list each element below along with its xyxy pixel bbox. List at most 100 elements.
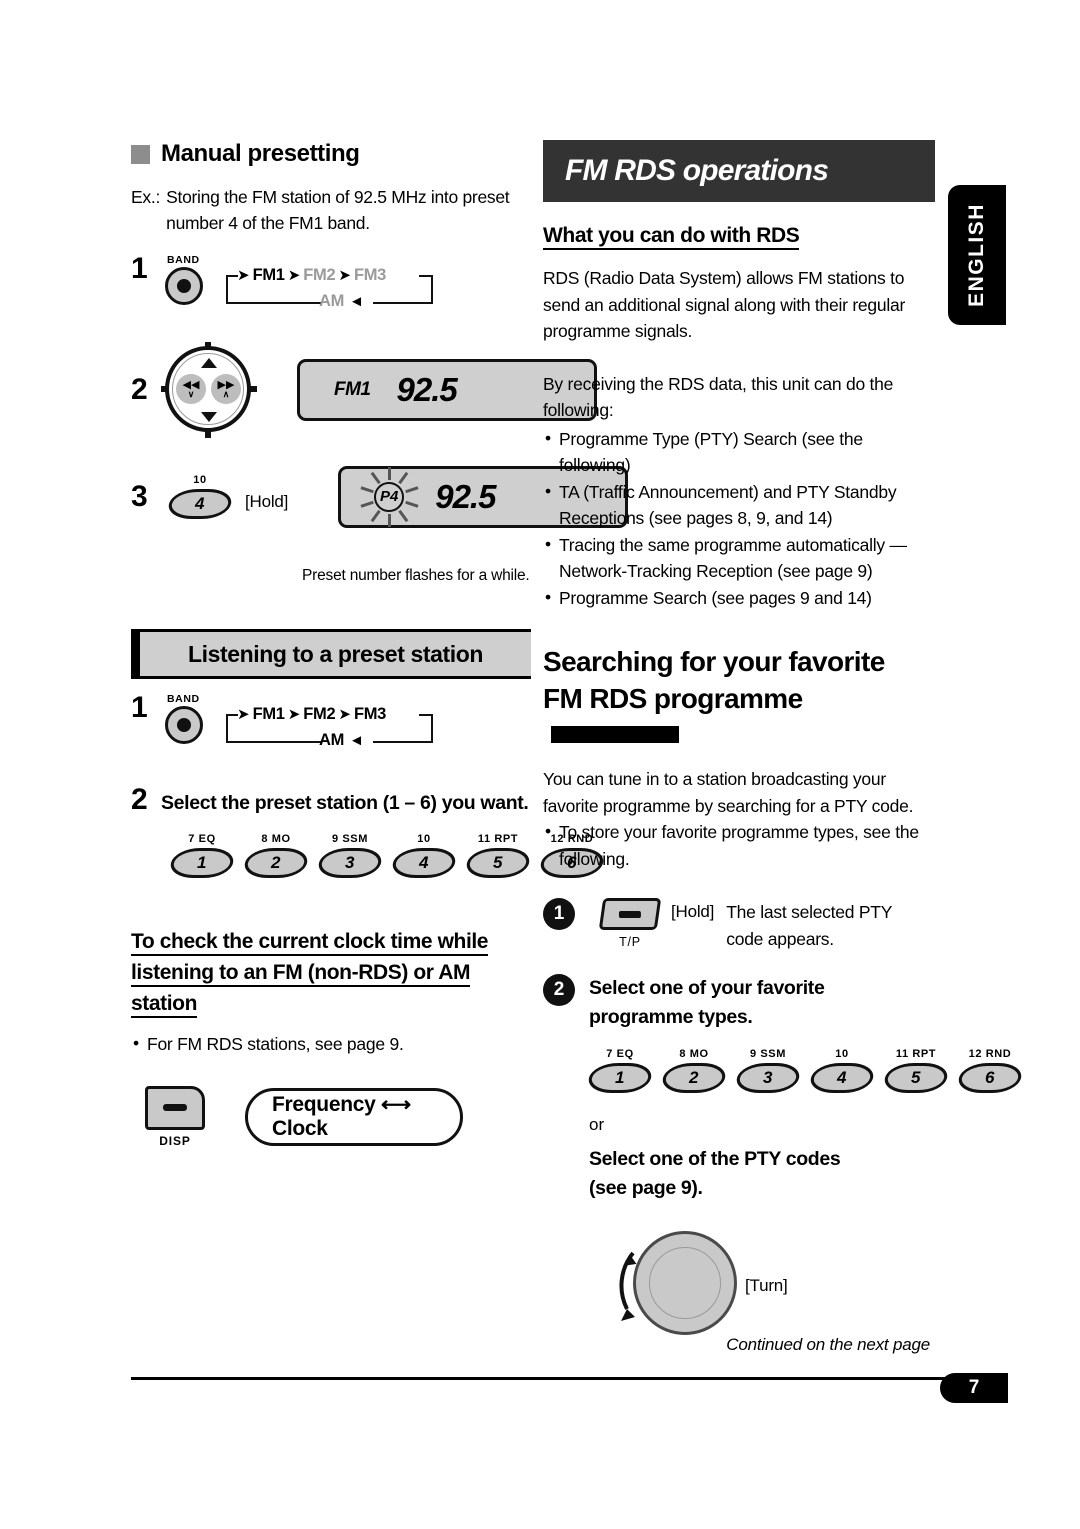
preset-key-4-group[interactable]: 10 4 bbox=[161, 474, 239, 519]
preset-key[interactable]: 4 bbox=[389, 848, 459, 878]
right-column: FM RDS operations What you can do with R… bbox=[543, 140, 1025, 1347]
left-column: Manual presetting Ex.: Storing the FM st… bbox=[131, 140, 629, 1148]
preset-key[interactable]: 4 bbox=[807, 1063, 877, 1093]
preset-key-item[interactable]: 9 SSM 3 bbox=[733, 1048, 803, 1093]
rds-paragraph-1: RDS (Radio Data System) allows FM statio… bbox=[543, 268, 906, 341]
footer-rule bbox=[131, 1377, 1008, 1380]
example-label: Ex.: bbox=[131, 187, 161, 207]
search-step-1-text: The last selected PTY code appears. bbox=[726, 902, 892, 949]
searching-heading-line2: FM RDS programme bbox=[543, 683, 803, 714]
manual-page: Manual presetting Ex.: Storing the FM st… bbox=[0, 0, 1080, 1529]
fm-rds-operations-title: FM RDS operations bbox=[565, 154, 829, 187]
preset-key-item[interactable]: 8 MO 2 bbox=[659, 1048, 729, 1093]
band-label-fm1-2: FM1 bbox=[252, 705, 285, 723]
search-step-2: 2 Select one of your favorite programme … bbox=[543, 974, 935, 1032]
search-step-1: 1 T/P [Hold] The last selected PTY code … bbox=[543, 898, 935, 952]
preset-key-item[interactable]: 11 RPT 5 bbox=[881, 1048, 951, 1093]
search-step-1-number: 1 bbox=[543, 898, 575, 930]
square-bullet-icon bbox=[131, 144, 150, 164]
clock-check-heading-line1: To check the current clock time while bbox=[131, 930, 488, 956]
preset-keys-row-right[interactable]: 7 EQ 1 8 MO 2 9 SSM 3 10 4 11 RPT 5 12 R… bbox=[585, 1048, 1025, 1093]
preset-key-top-label: 9 SSM bbox=[749, 1048, 786, 1060]
preset-key[interactable]: 3 bbox=[733, 1063, 803, 1093]
preset-key-top-label: 12 RND bbox=[968, 1048, 1012, 1060]
preset-flash-caption: Preset number flashes for a while. bbox=[302, 567, 530, 584]
preset-key[interactable]: 2 bbox=[241, 848, 311, 878]
mp-step-1-number: 1 bbox=[131, 252, 148, 285]
preset-key-item[interactable]: 9 SSM 3 bbox=[315, 833, 385, 878]
lcd-preset-number: P4 bbox=[374, 481, 405, 512]
band-button-group[interactable]: BAND bbox=[161, 254, 223, 305]
preset-key[interactable]: 5 bbox=[463, 848, 533, 878]
preset-key-label: 1 bbox=[615, 1068, 625, 1087]
preset-key[interactable]: 2 bbox=[659, 1063, 729, 1093]
arrow-left-icon: ◄ bbox=[349, 732, 364, 749]
list-item: Programme Search (see pages 9 and 14) bbox=[543, 584, 935, 612]
band-button-group-2[interactable]: BAND bbox=[161, 693, 223, 744]
preset-flash-indicator: P4 bbox=[357, 465, 421, 529]
clock-check-bullet: For FM RDS stations, see page 9. bbox=[131, 1030, 531, 1058]
preset-key-item[interactable]: 7 EQ 1 bbox=[167, 833, 237, 878]
mp-step-2: 2 ◀◀ ∨ ▶▶ ∧ FM1 92.5 bbox=[131, 342, 597, 438]
triangle-up-icon[interactable] bbox=[201, 358, 217, 368]
disp-button-icon[interactable] bbox=[145, 1085, 205, 1130]
searching-heading-line1: Searching for your favorite bbox=[543, 646, 885, 677]
fm-rds-operations-banner: FM RDS operations bbox=[543, 140, 935, 202]
rotary-knob[interactable] bbox=[589, 1225, 739, 1347]
band-button-caption: BAND bbox=[167, 254, 200, 266]
arrow-right-icon: ➤ bbox=[237, 706, 250, 723]
list-item: TA (Traffic Announcement) and PTY Standb… bbox=[543, 478, 935, 532]
list-item: To store your favorite programme types, … bbox=[543, 818, 935, 872]
heading-bar-decoration bbox=[551, 726, 679, 743]
mp-step-2-number: 2 bbox=[131, 373, 148, 406]
band-label-am: AM bbox=[319, 292, 345, 310]
preset-key[interactable]: 6 bbox=[955, 1063, 1025, 1093]
triangle-down-icon[interactable] bbox=[201, 412, 217, 422]
preset-key-top-label: 10 bbox=[417, 833, 431, 845]
frequency-clock-pill: Frequency ⟷ Clock bbox=[245, 1087, 463, 1146]
preset-key-item[interactable]: 11 RPT 5 bbox=[463, 833, 533, 878]
preset-key-label: 4 bbox=[419, 853, 429, 872]
pty-codes-text: Select one of the PTY codes (see page 9)… bbox=[589, 1148, 841, 1199]
band-label-fm3: FM3 bbox=[353, 266, 387, 284]
preset-key[interactable]: 3 bbox=[315, 848, 385, 878]
lp-step-2-number: 2 bbox=[131, 783, 148, 816]
band-label-fm1: FM1 bbox=[252, 266, 285, 284]
four-way-control[interactable]: ◀◀ ∨ ▶▶ ∧ bbox=[161, 342, 257, 438]
arrow-right-icon: ➤ bbox=[287, 267, 301, 284]
rewind-button-icon[interactable]: ◀◀ ∨ bbox=[176, 374, 206, 404]
preset-key[interactable]: 1 bbox=[167, 848, 237, 878]
language-side-tab: ENGLISH bbox=[948, 185, 1006, 325]
fast-forward-button-icon[interactable]: ▶▶ ∧ bbox=[211, 374, 241, 404]
band-button-icon[interactable] bbox=[165, 267, 203, 305]
language-side-tab-label: ENGLISH bbox=[965, 203, 988, 307]
band-button-icon-2[interactable] bbox=[165, 706, 203, 744]
preset-key-top-label: 11 RPT bbox=[477, 833, 519, 845]
manual-presetting-heading: Manual presetting bbox=[131, 140, 531, 168]
preset-key-item[interactable]: 8 MO 2 bbox=[241, 833, 311, 878]
example-text: Storing the FM station of 92.5 MHz into … bbox=[166, 187, 510, 233]
tp-button-icon[interactable] bbox=[598, 898, 662, 930]
rds-paragraph-2: By receiving the RDS data, this unit can… bbox=[543, 373, 894, 421]
preset-key-item[interactable]: 10 4 bbox=[807, 1048, 877, 1093]
what-you-can-do-heading-text: What you can do with RDS bbox=[543, 224, 800, 250]
preset-key-item[interactable]: 12 RND 6 bbox=[955, 1048, 1025, 1093]
preset-key[interactable]: 5 bbox=[881, 1063, 951, 1093]
arrow-right-icon: ➤ bbox=[338, 706, 351, 723]
disp-button-caption: DISP bbox=[159, 1133, 191, 1148]
disp-button-group[interactable]: DISP bbox=[131, 1085, 219, 1148]
manual-presetting-title: Manual presetting bbox=[161, 140, 360, 167]
preset-key-item[interactable]: 10 4 bbox=[389, 833, 459, 878]
hold-tag-search: [Hold] bbox=[671, 902, 715, 921]
clock-check-heading: To check the current clock time while li… bbox=[131, 926, 531, 1019]
preset-key[interactable]: 1 bbox=[585, 1063, 655, 1093]
rotary-knob-row: [Turn] bbox=[589, 1225, 935, 1347]
tp-button-group[interactable]: T/P bbox=[589, 898, 671, 949]
preset-key-item[interactable]: 7 EQ 1 bbox=[585, 1048, 655, 1093]
preset-key-label: 3 bbox=[345, 853, 355, 872]
preset-keys-row-left[interactable]: 7 EQ 1 8 MO 2 9 SSM 3 10 4 11 RPT 5 12 R… bbox=[167, 833, 607, 878]
preset-key-4[interactable]: 4 bbox=[165, 489, 235, 519]
or-label: or bbox=[589, 1115, 605, 1134]
band-cycle-diagram-2: ➤ FM1 ➤ FM2 ➤ FM3 AM ◄ bbox=[223, 705, 433, 759]
preset-key-label: 5 bbox=[911, 1068, 921, 1087]
